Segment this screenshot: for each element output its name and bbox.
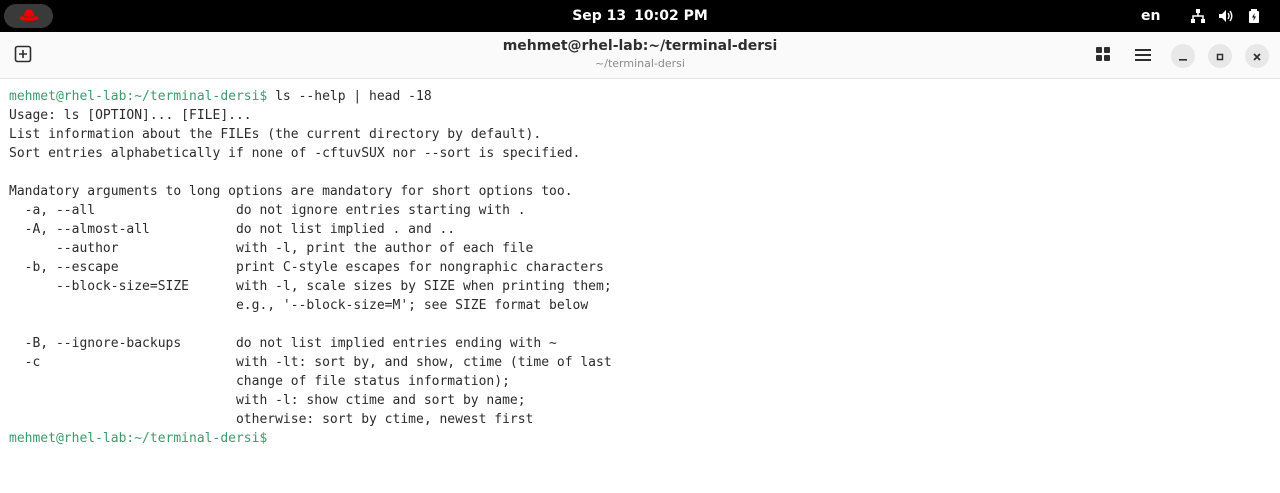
minimize-icon: [1178, 47, 1188, 66]
clock-date[interactable]: Sep 13: [572, 8, 626, 24]
network-icon[interactable]: [1188, 6, 1208, 26]
window-subtitle: ~/terminal-dersi: [595, 57, 685, 70]
output-line: --block-size=SIZE with -l, scale sizes b…: [9, 279, 612, 294]
output-line: change of file status information);: [9, 374, 510, 389]
output-line: otherwise: sort by ctime, newest first: [9, 412, 534, 427]
output-line: -c with -lt: sort by, and show, ctime (t…: [9, 355, 612, 370]
output-line: -a, --all do not ignore entries starting…: [9, 203, 526, 218]
power-battery-icon[interactable]: [1244, 6, 1264, 26]
window-title: mehmet@rhel-lab:~/terminal-dersi: [502, 38, 778, 54]
menu-icon: [1135, 47, 1151, 66]
shell-prompt: mehmet@rhel-lab:~/terminal-dersi$: [9, 431, 268, 446]
tab-overview-button[interactable]: [1091, 44, 1115, 68]
activities-button[interactable]: [4, 4, 53, 28]
keyboard-layout-indicator[interactable]: en: [1141, 0, 1160, 32]
terminal-view[interactable]: mehmet@rhel-lab:~/terminal-dersi$ ls --h…: [0, 79, 1280, 493]
top-bar: Sep 13 10:02 PM en: [0, 0, 1280, 32]
output-line: --author with -l, print the author of ea…: [9, 241, 534, 256]
output-line: e.g., '--block-size=M'; see SIZE format …: [9, 298, 589, 313]
output-line: with -l: show ctime and sort by name;: [9, 393, 526, 408]
output-line: -b, --escape print C-style escapes for n…: [9, 260, 604, 275]
terminal-headerbar: mehmet@rhel-lab:~/terminal-dersi ~/termi…: [0, 32, 1280, 79]
shell-command: ls --help | head -18: [267, 89, 432, 104]
output-line: -A, --almost-all do not list implied . a…: [9, 222, 456, 237]
maximize-button[interactable]: [1208, 44, 1232, 68]
redhat-logo-icon: [19, 7, 39, 26]
close-button[interactable]: [1245, 44, 1269, 68]
tab-overview-icon: [1095, 46, 1111, 66]
system-tray[interactable]: [1188, 6, 1264, 26]
main-menu-button[interactable]: [1131, 44, 1155, 68]
maximize-icon: [1215, 47, 1225, 66]
clock: Sep 13 10:02 PM: [0, 0, 1280, 32]
output-line: List information about the FILEs (the cu…: [9, 127, 542, 142]
output-line: -B, --ignore-backups do not list implied…: [9, 336, 557, 351]
volume-icon[interactable]: [1216, 6, 1236, 26]
output-line: Mandatory arguments to long options are …: [9, 184, 573, 199]
window-title-area: mehmet@rhel-lab:~/terminal-dersi ~/termi…: [0, 36, 1280, 72]
clock-time[interactable]: 10:02 PM: [634, 8, 708, 24]
shell-prompt: mehmet@rhel-lab:~/terminal-dersi$: [9, 89, 268, 104]
output-line: Usage: ls [OPTION]... [FILE]...: [9, 108, 252, 123]
minimize-button[interactable]: [1171, 44, 1195, 68]
command-line: mehmet@rhel-lab:~/terminal-dersi$ ls --h…: [9, 87, 1280, 106]
final-prompt-line: mehmet@rhel-lab:~/terminal-dersi$: [9, 429, 1280, 448]
output-line: Sort entries alphabetically if none of -…: [9, 146, 581, 161]
close-icon: [1252, 47, 1262, 66]
